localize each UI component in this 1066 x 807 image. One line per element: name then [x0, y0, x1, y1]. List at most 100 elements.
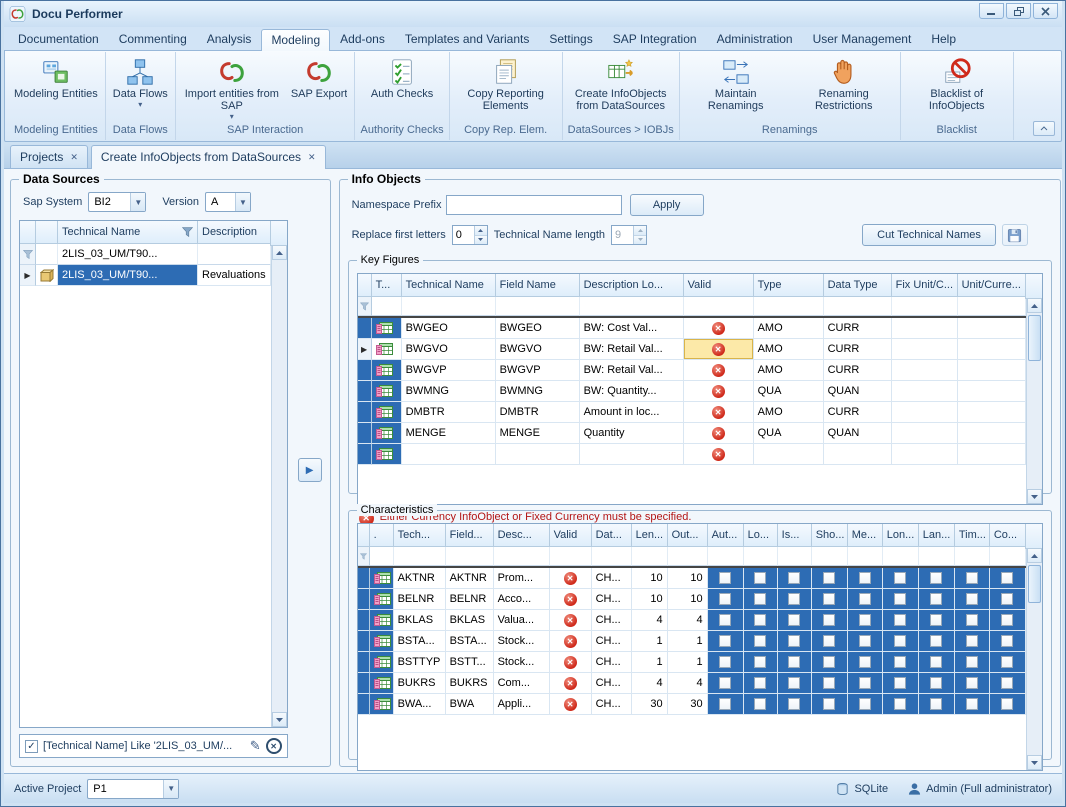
- checkbox[interactable]: [966, 593, 978, 605]
- cut-technical-names-button[interactable]: Cut Technical Names: [862, 224, 996, 246]
- cell[interactable]: [708, 652, 744, 673]
- apply-button[interactable]: Apply: [630, 194, 704, 216]
- close-tab-icon[interactable]: ✕: [70, 152, 78, 163]
- column-header-data-type[interactable]: Dat...: [592, 524, 632, 547]
- column-header[interactable]: Lon...: [883, 524, 919, 547]
- cell[interactable]: [358, 423, 372, 444]
- checkbox[interactable]: [719, 656, 731, 668]
- checkbox[interactable]: [823, 698, 835, 710]
- cell-type[interactable]: QUA: [754, 381, 824, 402]
- stepper-buttons[interactable]: [633, 226, 646, 244]
- cell-valid[interactable]: ✕: [550, 610, 592, 631]
- cell-field-name[interactable]: [496, 444, 580, 465]
- cell[interactable]: [778, 631, 812, 652]
- checkbox[interactable]: [788, 698, 800, 710]
- cell-fix-unit[interactable]: [892, 339, 958, 360]
- filter-icon[interactable]: [182, 227, 193, 237]
- cell[interactable]: [370, 568, 394, 589]
- menu-tab-user-management[interactable]: User Management: [803, 28, 922, 50]
- cell-unit-currency[interactable]: [958, 381, 1026, 402]
- cell-technical-name[interactable]: MENGE: [402, 423, 496, 444]
- checkbox[interactable]: [859, 593, 871, 605]
- checkbox[interactable]: [788, 614, 800, 626]
- cell-fix-unit[interactable]: [892, 318, 958, 339]
- checkbox[interactable]: [719, 572, 731, 584]
- cell-description[interactable]: BW: Quantity...: [580, 381, 684, 402]
- cell-field-name[interactable]: BWA: [446, 694, 494, 715]
- cell[interactable]: [370, 694, 394, 715]
- cell-type[interactable]: AMO: [754, 360, 824, 381]
- close-button[interactable]: [1033, 3, 1058, 19]
- cell-valid[interactable]: ✕: [684, 339, 754, 360]
- cell-description[interactable]: BW: Retail Val...: [580, 339, 684, 360]
- replace-first-letters-stepper[interactable]: 0: [452, 225, 488, 245]
- cell[interactable]: [708, 694, 744, 715]
- cell-unit-currency[interactable]: [958, 318, 1026, 339]
- checkbox[interactable]: [859, 677, 871, 689]
- cell[interactable]: [812, 631, 848, 652]
- cell[interactable]: [36, 265, 58, 286]
- table-row[interactable]: BKLASBKLASValua...✕CH...44: [358, 610, 1026, 631]
- cell-valid[interactable]: ✕: [684, 381, 754, 402]
- cell-description[interactable]: Acco...: [494, 589, 550, 610]
- cell[interactable]: [372, 444, 402, 465]
- cell[interactable]: [358, 568, 370, 589]
- maximize-button[interactable]: [1006, 3, 1031, 19]
- cell-data-type[interactable]: CURR: [824, 402, 892, 423]
- cell[interactable]: [358, 631, 370, 652]
- checkbox[interactable]: [1001, 698, 1013, 710]
- table-row[interactable]: BELNRBELNRAcco...✕CH...1010: [358, 589, 1026, 610]
- chevron-down-icon[interactable]: ▼: [163, 780, 178, 798]
- column-header-length[interactable]: Len...: [632, 524, 668, 547]
- cell-description[interactable]: Prom...: [494, 568, 550, 589]
- import-entities-from-sap-button[interactable]: Import entities from SAP▾: [179, 53, 285, 124]
- checkbox[interactable]: [823, 635, 835, 647]
- table-row[interactable]: AKTNRAKTNRProm...✕CH...1010: [358, 568, 1026, 589]
- column-header[interactable]: Me...: [848, 524, 883, 547]
- cell[interactable]: [812, 568, 848, 589]
- column-header-technical-name[interactable]: Technical Name: [402, 274, 496, 297]
- cell-technical-name[interactable]: BKLAS: [394, 610, 446, 631]
- cell[interactable]: [358, 610, 370, 631]
- cell[interactable]: [370, 673, 394, 694]
- cell[interactable]: [848, 610, 883, 631]
- checkbox[interactable]: [1001, 635, 1013, 647]
- cell-fix-unit[interactable]: [892, 402, 958, 423]
- cell-valid[interactable]: ✕: [684, 444, 754, 465]
- cell[interactable]: [358, 673, 370, 694]
- column-header-type[interactable]: Type: [754, 274, 824, 297]
- checkbox[interactable]: [859, 656, 871, 668]
- cell[interactable]: [778, 589, 812, 610]
- cell[interactable]: [708, 589, 744, 610]
- column-header-output-length[interactable]: Out...: [668, 524, 708, 547]
- cell[interactable]: [919, 652, 955, 673]
- cell[interactable]: [744, 631, 778, 652]
- cell-valid[interactable]: ✕: [550, 631, 592, 652]
- cell[interactable]: [358, 360, 372, 381]
- cell[interactable]: [744, 610, 778, 631]
- vertical-scrollbar[interactable]: [1026, 548, 1042, 770]
- grid-filter-row[interactable]: 2LIS_03_UM/T90...: [20, 244, 271, 265]
- column-header-field-name[interactable]: Field Name: [496, 274, 580, 297]
- cell-description[interactable]: Stock...: [494, 652, 550, 673]
- cell-technical-name[interactable]: BWGVO: [402, 339, 496, 360]
- checkbox[interactable]: [930, 656, 942, 668]
- cell[interactable]: [848, 673, 883, 694]
- cell[interactable]: [358, 444, 372, 465]
- checkbox[interactable]: [966, 572, 978, 584]
- checkbox[interactable]: [754, 656, 766, 668]
- cell-field-name[interactable]: BWMNG: [496, 381, 580, 402]
- column-header-data-type[interactable]: Data Type: [824, 274, 892, 297]
- menu-tab-administration[interactable]: Administration: [707, 28, 803, 50]
- cell[interactable]: [812, 652, 848, 673]
- cell-description[interactable]: [580, 444, 684, 465]
- menu-tab-analysis[interactable]: Analysis: [197, 28, 262, 50]
- checkbox[interactable]: [859, 698, 871, 710]
- cell-type[interactable]: AMO: [754, 402, 824, 423]
- checkbox[interactable]: [788, 572, 800, 584]
- cell[interactable]: [883, 652, 919, 673]
- checkbox[interactable]: [966, 656, 978, 668]
- column-header[interactable]: [358, 274, 372, 297]
- cell-data-type[interactable]: CH...: [592, 694, 632, 715]
- cell-description[interactable]: Revaluations: [198, 265, 271, 286]
